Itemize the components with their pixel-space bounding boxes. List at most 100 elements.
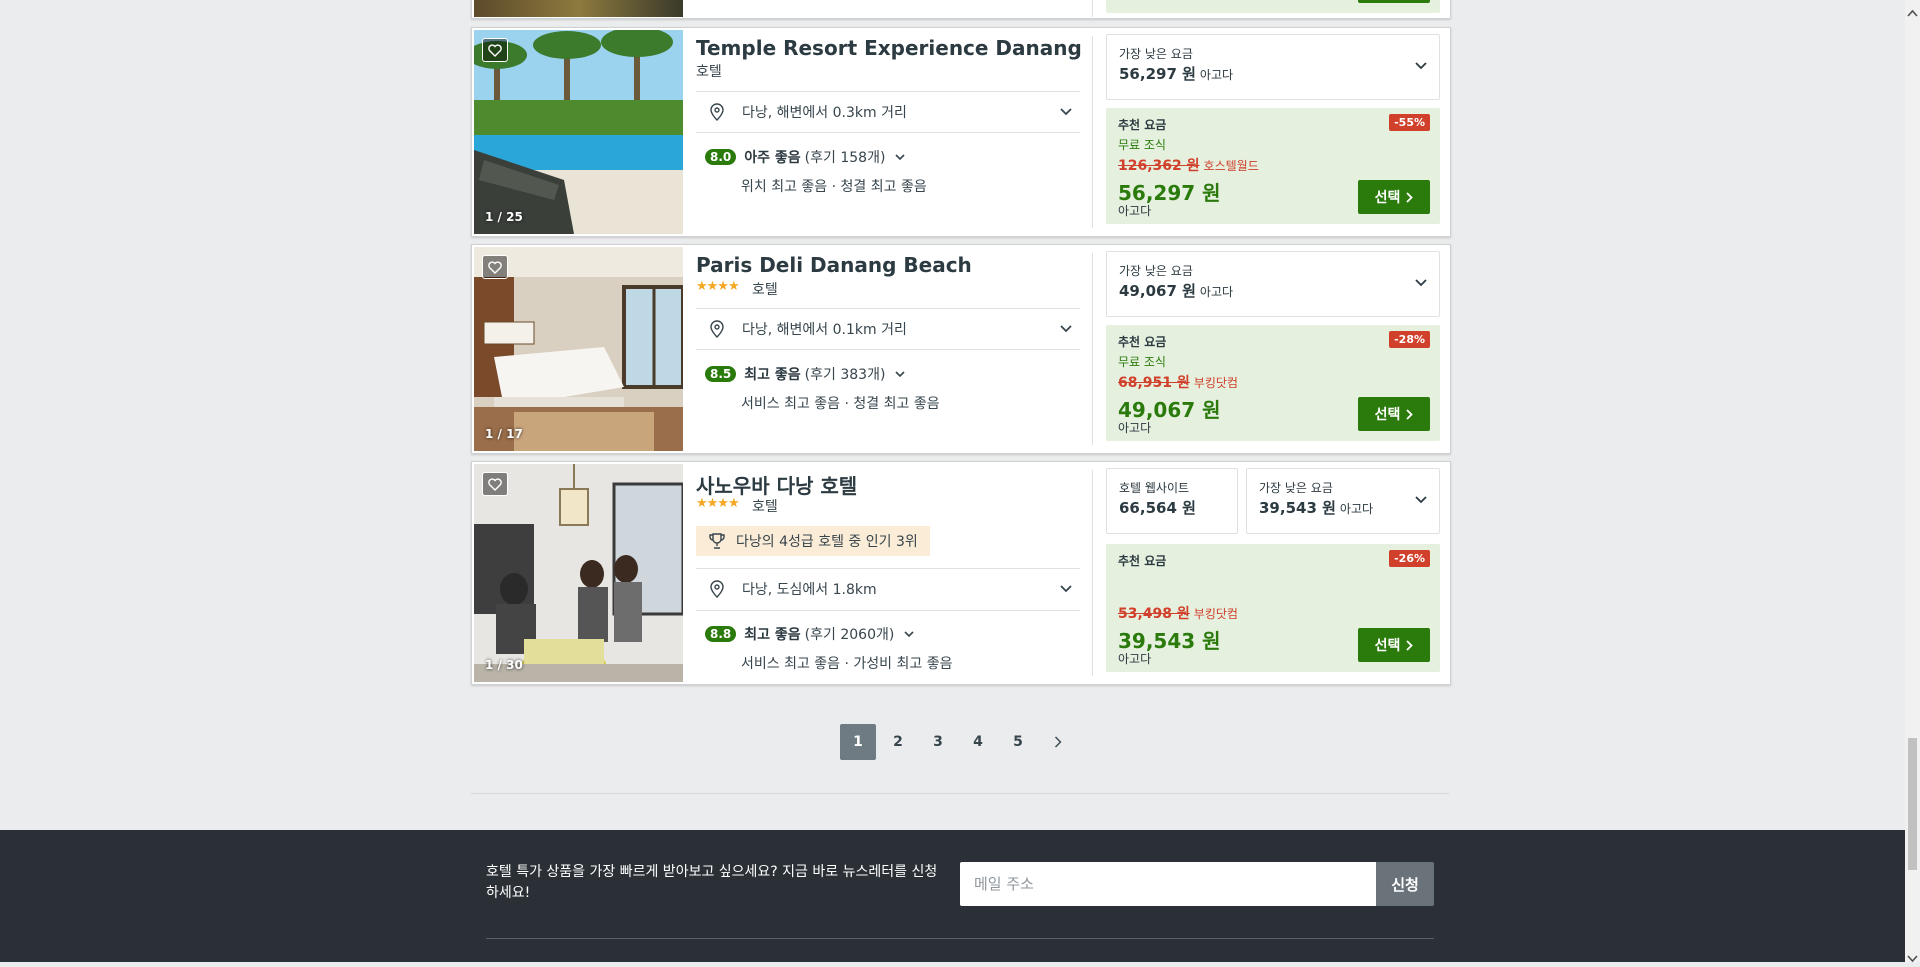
rating-label: 최고 좋음	[744, 367, 801, 383]
subscribe-button[interactable]: 신청	[1376, 862, 1434, 906]
location-pin-icon	[710, 320, 726, 338]
website-label: 호텔 웹사이트	[1119, 481, 1190, 495]
original-price-value: 68,951 원	[1118, 375, 1190, 391]
chevron-right-icon	[1406, 408, 1414, 420]
favorite-heart-icon[interactable]	[482, 472, 508, 496]
chevron-right-icon	[1406, 639, 1414, 651]
recommended-rate-box: 추천 요금 -26% 53,498 원 부킹닷컴 39,543 원 아고다 선택	[1106, 544, 1440, 672]
hotel-photo[interactable]: 1 / 17	[474, 247, 683, 451]
divider	[696, 132, 1080, 133]
highlights: 서비스 최고 좋음 · 가성비 최고 좋음	[741, 656, 953, 672]
rating-row[interactable]: 8.5 최고 좋음 (후기 383개)	[705, 364, 905, 384]
divider	[1092, 470, 1093, 676]
page-1[interactable]: 1	[840, 724, 876, 760]
lowest-price: 39,543 원 아고다	[1259, 497, 1373, 518]
lowest-price-box[interactable]: 가장 낮은 요금 56,297 원 아고다	[1106, 34, 1440, 100]
score-badge: 8.8	[705, 626, 737, 642]
favorite-heart-icon[interactable]	[482, 38, 508, 62]
deal-provider: 아고다	[1118, 421, 1152, 435]
page-2[interactable]: 2	[880, 724, 916, 760]
lowest-price: 49,067 원 아고다	[1119, 280, 1233, 301]
location-row[interactable]: 다낭, 도심에서 1.8km	[696, 569, 1080, 609]
hotel-type: 호텔	[752, 282, 778, 298]
free-breakfast-label: 무료 조식	[1118, 355, 1166, 369]
select-button[interactable]	[1358, 0, 1430, 3]
recommended-rate-box: 추천 요금 -28% 무료 조식 68,951 원 부킹닷컴 49,067 원 아…	[1106, 325, 1440, 441]
chevron-down-icon	[1415, 496, 1427, 504]
page-4[interactable]: 4	[960, 724, 996, 760]
original-price-provider: 부킹닷컴	[1193, 607, 1238, 621]
discount-badge: -26%	[1389, 550, 1430, 567]
hotel-card-partial	[471, 0, 1451, 19]
lowest-price-box[interactable]: 가장 낮은 요금 39,543 원 아고다	[1246, 468, 1440, 534]
page-5[interactable]: 5	[1000, 724, 1036, 760]
divider	[1092, 0, 1093, 17]
rating-label: 아주 좋음	[744, 150, 801, 166]
location-pin-icon	[710, 580, 726, 598]
favorite-heart-icon[interactable]	[482, 255, 508, 279]
rating-row[interactable]: 8.8 최고 좋음 (후기 2060개)	[705, 624, 914, 644]
hotel-name[interactable]: Paris Deli Danang Beach	[696, 253, 972, 277]
website-price: 66,564 원	[1119, 499, 1196, 517]
hotel-website-box[interactable]: 호텔 웹사이트 66,564 원	[1106, 468, 1238, 534]
review-count: (후기 383개)	[804, 367, 886, 383]
scroll-up-arrow-icon[interactable]	[1907, 2, 1918, 21]
select-button[interactable]: 선택	[1358, 397, 1430, 431]
pagination: 1 2 3 4 5	[840, 724, 1076, 760]
lowest-price-value: 49,067 원	[1119, 282, 1196, 300]
divider	[471, 793, 1449, 794]
location-text: 다낭, 도심에서 1.8km	[742, 582, 877, 598]
deal-provider: 아고다	[1118, 652, 1152, 666]
hotel-photo[interactable]: 1 / 25	[474, 30, 683, 234]
hotel-card: 1 / 25 Temple Resort Experience Danang 호…	[471, 27, 1451, 237]
scroll-down-arrow-icon[interactable]	[1907, 948, 1918, 967]
hotel-photo[interactable]: 1 / 30	[474, 464, 683, 682]
lowest-price: 56,297 원 아고다	[1119, 63, 1233, 84]
chevron-down-icon	[1060, 108, 1072, 116]
scrollbar-thumb[interactable]	[1908, 738, 1917, 870]
page-3[interactable]: 3	[920, 724, 956, 760]
select-button[interactable]: 선택	[1358, 180, 1430, 214]
highlights: 위치 최고 좋음 · 청결 최고 좋음	[741, 179, 927, 195]
select-button[interactable]: 선택	[1358, 628, 1430, 662]
recommended-label: 추천 요금	[1118, 118, 1167, 132]
recommended-rate-box	[1106, 0, 1440, 13]
original-price: 53,498 원 부킹닷컴	[1118, 603, 1238, 623]
location-row[interactable]: 다낭, 해변에서 0.1km 거리	[696, 309, 1080, 349]
select-label: 선택	[1374, 638, 1401, 654]
select-label: 선택	[1374, 407, 1401, 423]
trophy-icon	[709, 533, 725, 549]
rating-row[interactable]: 8.0 아주 좋음 (후기 158개)	[705, 147, 905, 167]
newsletter-text: 호텔 특가 상품을 가장 빠르게 받아보고 싶으세요? 지금 바로 뉴스레터를 …	[486, 864, 938, 901]
photo-counter: 1 / 25	[485, 210, 523, 224]
lowest-price-label: 가장 낮은 요금	[1119, 47, 1193, 61]
hotel-type: 호텔	[752, 499, 778, 515]
next-page-button[interactable]	[1040, 724, 1076, 760]
highlights: 서비스 최고 좋음 · 청결 최고 좋음	[741, 396, 940, 412]
popularity-banner: 다낭의 4성급 호텔 중 인기 3위	[696, 526, 930, 556]
hotel-photo[interactable]	[474, 0, 683, 17]
divider	[1092, 36, 1093, 228]
lowest-price-value: 39,543 원	[1259, 499, 1336, 517]
original-price-provider: 부킹닷컴	[1193, 376, 1238, 390]
recommended-label: 추천 요금	[1118, 554, 1167, 568]
discount-badge: -28%	[1389, 331, 1430, 348]
lowest-price-provider: 아고다	[1199, 285, 1234, 299]
email-input[interactable]	[960, 862, 1376, 906]
free-breakfast-label: 무료 조식	[1118, 138, 1166, 152]
recommended-label: 추천 요금	[1118, 335, 1167, 349]
divider	[696, 610, 1080, 611]
location-text: 다낭, 해변에서 0.3km 거리	[742, 105, 907, 121]
score-badge: 8.0	[705, 149, 737, 165]
location-text: 다낭, 해변에서 0.1km 거리	[742, 322, 907, 338]
popularity-text: 다낭의 4성급 호텔 중 인기 3위	[736, 534, 918, 550]
lowest-price-box[interactable]: 가장 낮은 요금 49,067 원 아고다	[1106, 251, 1440, 317]
star-rating: ★★★★	[696, 496, 740, 511]
original-price-value: 126,362 원	[1118, 158, 1200, 174]
hotel-name[interactable]: 사노우바 다낭 호텔	[696, 470, 857, 499]
chevron-down-icon	[1415, 279, 1427, 287]
chevron-down-icon	[1415, 62, 1427, 70]
location-row[interactable]: 다낭, 해변에서 0.3km 거리	[696, 92, 1080, 132]
chevron-down-icon	[895, 370, 905, 378]
hotel-name[interactable]: Temple Resort Experience Danang	[696, 36, 1082, 60]
